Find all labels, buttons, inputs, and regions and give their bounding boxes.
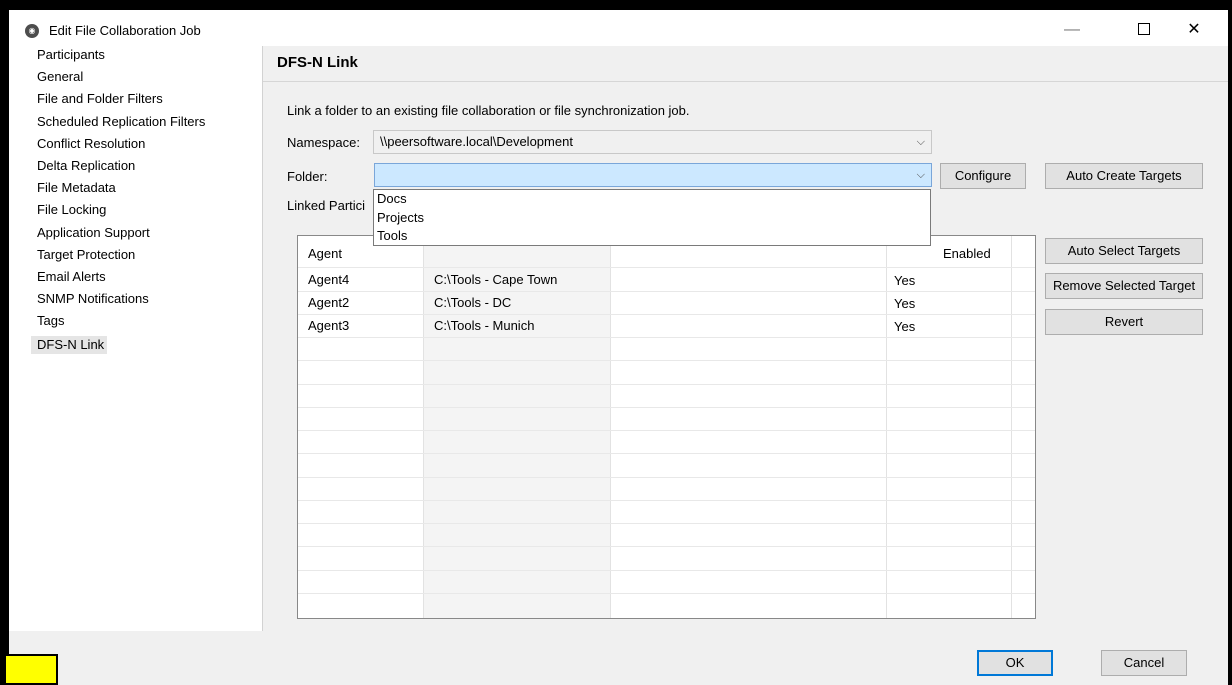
settings-nav: Participants General File and Folder Fil… xyxy=(31,46,266,355)
title-bar: ◉ Edit File Collaboration Job — ✕ xyxy=(9,12,1228,44)
maximize-icon xyxy=(1138,22,1150,35)
table-cell-path[interactable]: C:\Tools - DC xyxy=(434,295,511,310)
screen-frame-left xyxy=(0,0,9,685)
sidebar-item-snmp-notifications[interactable]: SNMP Notifications xyxy=(31,290,266,312)
cancel-button[interactable]: Cancel xyxy=(1101,650,1187,676)
sidebar-item-application-support[interactable]: Application Support xyxy=(31,224,266,246)
row-divider xyxy=(298,314,1035,315)
revert-button[interactable]: Revert xyxy=(1045,309,1203,335)
dialog-footer: OK Cancel xyxy=(9,631,1228,685)
table-cell-enabled[interactable]: Yes xyxy=(894,296,915,311)
dfs-n-link-panel: DFS-N Link Link a folder to an existing … xyxy=(262,46,1228,631)
ok-button[interactable]: OK xyxy=(977,650,1053,676)
row-divider xyxy=(298,360,1035,361)
table-cell-path[interactable]: C:\Tools - Munich xyxy=(434,318,534,333)
linked-targets-table: Agent Enabled Agent4 C:\Tools - Cape Tow… xyxy=(297,235,1036,619)
row-divider xyxy=(298,593,1035,594)
column-divider xyxy=(610,236,611,618)
column-divider xyxy=(886,236,887,618)
table-cell-path[interactable]: C:\Tools - Cape Town xyxy=(434,272,557,287)
sidebar-item-participants[interactable]: Participants xyxy=(31,46,266,68)
edit-job-dialog: ◉ Edit File Collaboration Job — ✕ Partic… xyxy=(9,12,1228,685)
row-divider xyxy=(298,337,1035,338)
namespace-value: \\peersoftware.local\Development xyxy=(380,134,573,149)
folder-option-tools[interactable]: Tools xyxy=(374,227,930,246)
folder-dropdown-list: Docs Projects Tools xyxy=(373,189,931,246)
row-divider xyxy=(298,407,1035,408)
sidebar-item-conflict-resolution[interactable]: Conflict Resolution xyxy=(31,135,266,157)
sidebar-item-dfs-n-link[interactable]: DFS-N Link xyxy=(31,336,108,355)
sidebar-item-general[interactable]: General xyxy=(31,68,266,90)
folder-label: Folder: xyxy=(287,169,328,184)
chevron-down-icon: ⌵ xyxy=(916,136,925,148)
minimize-button[interactable]: — xyxy=(1052,18,1092,42)
sidebar-item-target-protection[interactable]: Target Protection xyxy=(31,246,266,268)
close-button[interactable]: ✕ xyxy=(1174,18,1214,42)
sidebar-item-file-metadata[interactable]: File Metadata xyxy=(31,179,266,201)
page-title: DFS-N Link xyxy=(263,46,1228,82)
row-divider xyxy=(298,384,1035,385)
row-divider xyxy=(298,500,1035,501)
peer-software-logo-icon: ◉ xyxy=(25,24,39,38)
row-divider xyxy=(298,570,1035,571)
sidebar-item-file-folder-filters[interactable]: File and Folder Filters xyxy=(31,90,266,112)
auto-create-targets-button[interactable]: Auto Create Targets xyxy=(1045,163,1203,189)
folder-option-projects[interactable]: Projects xyxy=(374,209,930,228)
table-cell-agent[interactable]: Agent2 xyxy=(308,295,349,310)
annotation-marker xyxy=(4,654,58,685)
screen-frame-right xyxy=(1228,0,1232,685)
sidebar-item-email-alerts[interactable]: Email Alerts xyxy=(31,268,266,290)
sidebar-item-scheduled-replication-filters[interactable]: Scheduled Replication Filters xyxy=(31,113,266,135)
table-cell-agent[interactable]: Agent4 xyxy=(308,272,349,287)
folder-option-docs[interactable]: Docs xyxy=(374,190,930,209)
sidebar-item-tags[interactable]: Tags xyxy=(31,312,266,334)
namespace-select[interactable]: \\peersoftware.local\Development ⌵ xyxy=(373,130,932,154)
row-divider xyxy=(298,453,1035,454)
column-divider xyxy=(423,236,424,618)
window-title: Edit File Collaboration Job xyxy=(49,23,201,38)
maximize-button[interactable] xyxy=(1124,18,1164,42)
column-header-enabled[interactable]: Enabled xyxy=(943,246,991,261)
table-cell-agent[interactable]: Agent3 xyxy=(308,318,349,333)
chevron-down-icon: ⌵ xyxy=(916,169,925,181)
row-divider xyxy=(298,267,1035,268)
sidebar-item-file-locking[interactable]: File Locking xyxy=(31,201,266,223)
row-divider xyxy=(298,523,1035,524)
auto-select-targets-button[interactable]: Auto Select Targets xyxy=(1045,238,1203,264)
column-shade xyxy=(423,236,610,618)
row-divider xyxy=(298,546,1035,547)
row-divider xyxy=(298,477,1035,478)
configure-button[interactable]: Configure xyxy=(940,163,1026,189)
page-description: Link a folder to an existing file collab… xyxy=(287,103,690,118)
table-cell-enabled[interactable]: Yes xyxy=(894,319,915,334)
folder-select[interactable]: ⌵ xyxy=(374,163,932,187)
screen-frame-top xyxy=(0,0,1232,10)
namespace-label: Namespace: xyxy=(287,135,360,150)
remove-selected-target-button[interactable]: Remove Selected Target xyxy=(1045,273,1203,299)
row-divider xyxy=(298,430,1035,431)
sidebar-item-delta-replication[interactable]: Delta Replication xyxy=(31,157,266,179)
table-cell-enabled[interactable]: Yes xyxy=(894,273,915,288)
column-divider xyxy=(1011,236,1012,618)
linked-participants-label: Linked Partici xyxy=(287,198,366,213)
column-header-agent[interactable]: Agent xyxy=(308,246,342,261)
row-divider xyxy=(298,291,1035,292)
